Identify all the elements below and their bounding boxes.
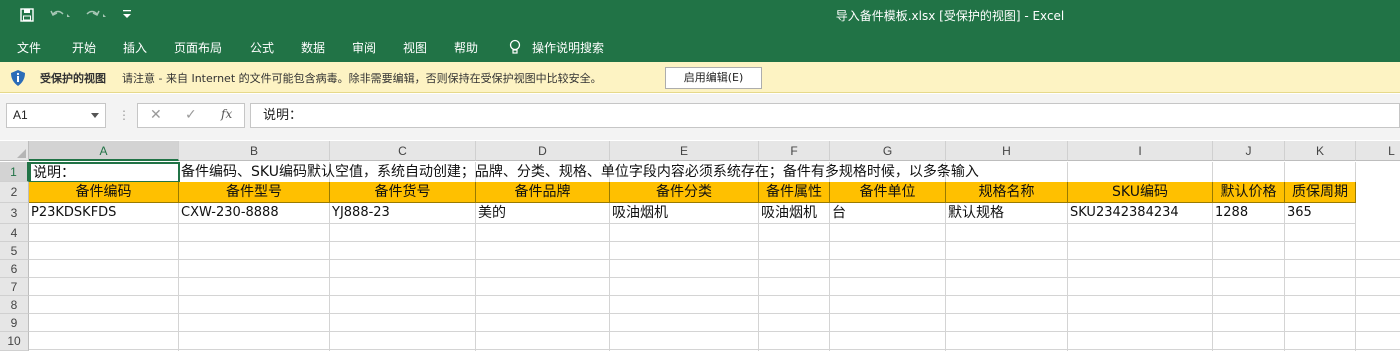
insert-function-icon[interactable]: fx <box>221 107 232 121</box>
header-cell-i2[interactable]: SKU编码 <box>1068 182 1213 203</box>
row-header-4[interactable]: 4 <box>0 224 29 242</box>
protected-view-message: 请注意 - 来自 Internet 的文件可能包含病毒。除非需要编辑，否则保持在… <box>122 72 602 85</box>
enter-icon[interactable]: ✓ <box>185 107 197 123</box>
protected-view-bar: 受保护的视图 请注意 - 来自 Internet 的文件可能包含病毒。除非需要编… <box>0 62 1400 93</box>
row-header-5[interactable]: 5 <box>0 242 29 260</box>
cell-a1-text: 说明： <box>33 165 75 181</box>
header-cell-h2[interactable]: 规格名称 <box>946 182 1068 203</box>
row-header-10[interactable]: 10 <box>0 332 29 351</box>
column-header-h[interactable]: H <box>946 141 1068 161</box>
tab-review[interactable]: 审阅 <box>352 39 376 56</box>
cell-f3[interactable]: 吸油烟机 <box>759 203 830 224</box>
header-cell-c2[interactable]: 备件货号 <box>330 182 476 203</box>
tab-data[interactable]: 数据 <box>301 39 325 56</box>
header-cell-j2[interactable]: 默认价格 <box>1213 182 1285 203</box>
column-header-e[interactable]: E <box>610 141 759 161</box>
formula-bar: A1 ⋮ ✕ ✓ fx 说明： <box>0 94 1400 140</box>
row-header-8[interactable]: 8 <box>0 296 29 314</box>
lightbulb-icon <box>508 39 522 55</box>
cancel-icon[interactable]: ✕ <box>150 107 162 123</box>
cell-j3[interactable]: 1288 <box>1213 203 1285 224</box>
select-all-button[interactable] <box>0 141 29 161</box>
header-cell-b2[interactable]: 备件型号 <box>179 182 330 203</box>
row-header-9[interactable]: 9 <box>0 314 29 332</box>
tab-home[interactable]: 开始 <box>72 39 96 56</box>
cell-k3[interactable]: 365 <box>1285 203 1356 224</box>
cell-h3[interactable]: 默认规格 <box>946 203 1068 224</box>
ribbon-tabs: 文件 开始 插入 页面布局 公式 数据 审阅 视图 帮助 操作说明搜索 <box>0 32 1400 62</box>
protected-view-title: 受保护的视图 <box>40 72 106 85</box>
cell-b3[interactable]: CXW-230-8888 <box>179 203 330 224</box>
tab-insert[interactable]: 插入 <box>123 39 147 56</box>
column-header-j[interactable]: J <box>1213 141 1285 161</box>
header-cell-g2[interactable]: 备件单位 <box>830 182 946 203</box>
tab-help[interactable]: 帮助 <box>454 39 478 56</box>
row-header-6[interactable]: 6 <box>0 260 29 278</box>
cell-d3[interactable]: 美的 <box>476 203 610 224</box>
tab-file[interactable]: 文件 <box>17 39 41 56</box>
header-cell-k2[interactable]: 质保周期 <box>1285 182 1356 203</box>
cell-b1[interactable]: 备件编码、SKU编码默认空值，系统自动创建；品牌、分类、规格、单位字段内容必须系… <box>181 162 979 182</box>
row-header-3[interactable]: 3 <box>0 203 29 224</box>
tell-me-search[interactable]: 操作说明搜索 <box>532 39 604 56</box>
cell-i3[interactable]: SKU2342384234 <box>1068 203 1213 224</box>
header-cell-a2[interactable]: 备件编码 <box>29 182 179 203</box>
column-header-a[interactable]: A <box>29 141 179 161</box>
cell-g3[interactable]: 台 <box>830 203 946 224</box>
worksheet-grid: A B C D E F G H I J K L 1 2 3 4 5 6 7 8 … <box>0 141 1400 351</box>
enable-editing-button[interactable]: 启用编辑(E) <box>665 67 762 89</box>
column-header-k[interactable]: K <box>1285 141 1356 161</box>
cell-c3[interactable]: YJ888-23 <box>330 203 476 224</box>
cell-gridlines[interactable] <box>29 224 1400 351</box>
cell-a3[interactable]: P23KDSKFDS <box>29 203 179 224</box>
formula-input[interactable]: 说明： <box>250 103 1400 128</box>
tab-view[interactable]: 视图 <box>403 39 427 56</box>
row-header-7[interactable]: 7 <box>0 278 29 296</box>
row-header-2[interactable]: 2 <box>0 182 29 203</box>
column-header-f[interactable]: F <box>759 141 830 161</box>
name-box-value: A1 <box>13 108 28 122</box>
name-box[interactable]: A1 <box>6 103 106 128</box>
grip-icon: ⋮ <box>118 108 130 122</box>
column-header-g[interactable]: G <box>830 141 946 161</box>
header-cell-f2[interactable]: 备件属性 <box>759 182 830 203</box>
row-header-1[interactable]: 1 <box>0 162 29 182</box>
tab-formulas[interactable]: 公式 <box>250 39 274 56</box>
shield-info-icon <box>9 69 27 87</box>
cell-e3[interactable]: 吸油烟机 <box>610 203 759 224</box>
title-bar: 导入备件模板.xlsx [受保护的视图] - Excel <box>0 0 1400 32</box>
column-header-c[interactable]: C <box>330 141 476 161</box>
chevron-down-icon[interactable] <box>91 113 99 118</box>
formula-buttons: ✕ ✓ fx <box>137 103 245 128</box>
cell-a1[interactable]: 说明： <box>29 162 180 183</box>
column-header-l[interactable]: L <box>1356 141 1400 161</box>
header-cell-d2[interactable]: 备件品牌 <box>476 182 610 203</box>
column-header-i[interactable]: I <box>1068 141 1213 161</box>
column-header-d[interactable]: D <box>476 141 610 161</box>
tab-page-layout[interactable]: 页面布局 <box>174 39 222 56</box>
window-title: 导入备件模板.xlsx [受保护的视图] - Excel <box>835 9 1065 23</box>
header-cell-e2[interactable]: 备件分类 <box>610 182 759 203</box>
column-header-b[interactable]: B <box>179 141 330 161</box>
